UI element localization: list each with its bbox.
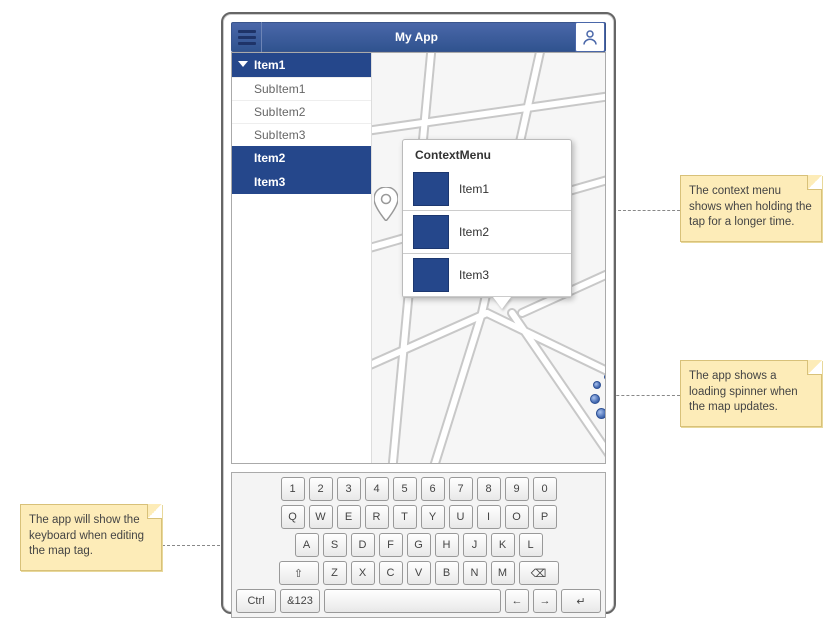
key-2[interactable]: 2 [309, 477, 333, 501]
sidebar-subitem-label: SubItem2 [254, 105, 305, 119]
key-j[interactable]: J [463, 533, 487, 557]
key-⇧[interactable]: ⇧ [279, 561, 319, 585]
key-f[interactable]: F [379, 533, 403, 557]
sidebar-item-label: Item1 [254, 58, 285, 72]
context-menu-item-label: Item1 [459, 182, 489, 196]
note-text: The context menu shows when holding the … [689, 185, 812, 228]
key-w[interactable]: W [309, 505, 333, 529]
keyboard-row-5: Ctrl&123 ←→↵ [236, 589, 601, 613]
note-text: The app shows a loading spinner when the… [689, 370, 798, 413]
key-v[interactable]: V [407, 561, 431, 585]
note-text: The app will show the keyboard when edit… [29, 514, 144, 557]
key-n[interactable]: N [463, 561, 487, 585]
context-menu-item-3[interactable]: Item3 [403, 254, 571, 297]
key-g[interactable]: G [407, 533, 431, 557]
key-3[interactable]: 3 [337, 477, 361, 501]
connector-keyboard [162, 545, 230, 546]
key-h[interactable]: H [435, 533, 459, 557]
key-⌫[interactable]: ⌫ [519, 561, 559, 585]
key-i[interactable]: I [477, 505, 501, 529]
keyboard-row-4: ⇧ZXCVBNM⌫ [236, 561, 601, 585]
note-spinner: The app shows a loading spinner when the… [680, 360, 822, 427]
keyboard-row-3: ASDFGHJKL [236, 533, 601, 557]
key-→[interactable]: → [533, 589, 557, 613]
titlebar: My App [231, 22, 606, 52]
context-menu-item-2[interactable]: Item2 [403, 211, 571, 254]
user-icon [581, 28, 599, 46]
content-area: Item1 SubItem1 SubItem2 SubItem3 Item2 I… [231, 52, 606, 464]
context-menu-item-label: Item2 [459, 225, 489, 239]
key-d[interactable]: D [351, 533, 375, 557]
context-menu-item-label: Item3 [459, 268, 489, 282]
sidebar: Item1 SubItem1 SubItem2 SubItem3 Item2 I… [232, 53, 372, 463]
context-menu-title: ContextMenu [403, 144, 571, 168]
key-t[interactable]: T [393, 505, 417, 529]
key-x[interactable]: X [351, 561, 375, 585]
key-5[interactable]: 5 [393, 477, 417, 501]
sidebar-item-2[interactable]: Item2 [232, 146, 371, 170]
device-frame: My App Item1 SubItem1 SubItem2 SubItem3 [221, 12, 616, 614]
key-1[interactable]: 1 [281, 477, 305, 501]
key-z[interactable]: Z [323, 561, 347, 585]
key-c[interactable]: C [379, 561, 403, 585]
sidebar-subitem-label: SubItem1 [254, 82, 305, 96]
context-menu-swatch [413, 172, 449, 206]
user-profile-button[interactable] [575, 22, 605, 52]
key-9[interactable]: 9 [505, 477, 529, 501]
note-keyboard: The app will show the keyboard when edit… [20, 504, 162, 571]
sidebar-subitem-3[interactable]: SubItem3 [232, 123, 371, 146]
key-u[interactable]: U [449, 505, 473, 529]
sidebar-item-1[interactable]: Item1 [232, 53, 371, 77]
key-␣[interactable] [324, 589, 501, 613]
key-s[interactable]: S [323, 533, 347, 557]
key-o[interactable]: O [505, 505, 529, 529]
context-menu-swatch [413, 258, 449, 292]
on-screen-keyboard: 1234567890 QWERTYUIOP ASDFGHJKL ⇧ZXCVBNM… [231, 472, 606, 618]
sidebar-item-label: Item2 [254, 151, 285, 165]
key-8[interactable]: 8 [477, 477, 501, 501]
sidebar-item-label: Item3 [254, 175, 285, 189]
map-pin-icon [374, 187, 398, 221]
key-l[interactable]: L [519, 533, 543, 557]
key-7[interactable]: 7 [449, 477, 473, 501]
key-4[interactable]: 4 [365, 477, 389, 501]
app-title: My App [262, 30, 571, 44]
context-menu: ContextMenu Item1 Item2 Item3 [402, 139, 572, 298]
keyboard-row-1: 1234567890 [236, 477, 601, 501]
key-6[interactable]: 6 [421, 477, 445, 501]
key-ctrl[interactable]: Ctrl [236, 589, 276, 613]
key-q[interactable]: Q [281, 505, 305, 529]
key-&123[interactable]: &123 [280, 589, 320, 613]
key-a[interactable]: A [295, 533, 319, 557]
context-menu-swatch [413, 215, 449, 249]
key-p[interactable]: P [533, 505, 557, 529]
hamburger-menu-button[interactable] [232, 22, 262, 52]
key-0[interactable]: 0 [533, 477, 557, 501]
keyboard-row-2: QWERTYUIOP [236, 505, 601, 529]
key-m[interactable]: M [491, 561, 515, 585]
sidebar-subitem-1[interactable]: SubItem1 [232, 77, 371, 100]
key-b[interactable]: B [435, 561, 459, 585]
sidebar-subitem-2[interactable]: SubItem2 [232, 100, 371, 123]
key-←[interactable]: ← [505, 589, 529, 613]
context-menu-item-1[interactable]: Item1 [403, 168, 571, 211]
sidebar-item-3[interactable]: Item3 [232, 170, 371, 194]
sidebar-subitem-label: SubItem3 [254, 128, 305, 142]
key-y[interactable]: Y [421, 505, 445, 529]
key-↵[interactable]: ↵ [561, 589, 601, 613]
key-e[interactable]: E [337, 505, 361, 529]
note-contextmenu: The context menu shows when holding the … [680, 175, 822, 242]
key-r[interactable]: R [365, 505, 389, 529]
key-k[interactable]: K [491, 533, 515, 557]
